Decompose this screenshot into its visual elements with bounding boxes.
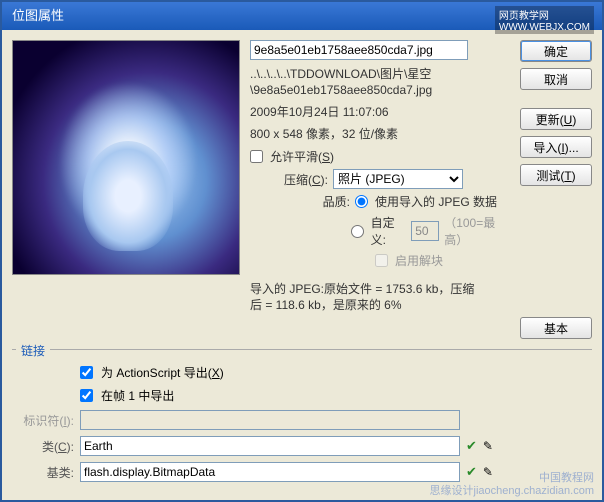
- window-title: 位图属性: [12, 2, 64, 30]
- baseclass-input[interactable]: [80, 462, 460, 482]
- compression-summary: 导入的 JPEG:原始文件 = 1753.6 kb，压缩 后 = 118.6 k…: [250, 281, 512, 313]
- update-button[interactable]: 更新(U): [520, 108, 592, 130]
- identifier-label: 标识符(I):: [12, 412, 74, 429]
- deblocking-label: 启用解块: [395, 252, 443, 269]
- basic-button[interactable]: 基本: [520, 317, 592, 339]
- export-actionscript-label: 为 ActionScript 导出(X): [101, 364, 224, 381]
- compression-select[interactable]: 照片 (JPEG): [333, 169, 463, 189]
- import-button[interactable]: 导入(I)...: [520, 136, 592, 158]
- smoothing-checkbox[interactable]: [250, 150, 263, 163]
- deblocking-checkbox: [375, 254, 388, 267]
- smoothing-label: 允许平滑(S): [270, 148, 334, 165]
- datetime-text: 2009年10月24日 11:07:06: [250, 104, 512, 120]
- quality-imported-label: 使用导入的 JPEG 数据: [375, 193, 497, 210]
- export-frame1-checkbox[interactable]: [80, 389, 93, 402]
- watermark-bottom: 中国教程网 思缘设计jiaocheng.chazidian.com: [430, 472, 594, 498]
- quality-custom-input: [411, 221, 439, 241]
- compression-label: 压缩(C):: [270, 171, 328, 188]
- quality-hint: （100=最高）: [444, 214, 512, 248]
- quality-custom-radio[interactable]: [351, 225, 364, 238]
- filepath-text: ..\..\..\..\TDDOWNLOAD\图片\星空\9e8a5e01eb1…: [250, 66, 512, 98]
- quality-imported-radio[interactable]: [355, 195, 368, 208]
- button-column: 确定 取消 更新(U) 导入(I)... 测试(T): [520, 40, 592, 313]
- filename-input[interactable]: [250, 40, 468, 60]
- identifier-input: [80, 410, 460, 430]
- dimensions-text: 800 x 548 像素，32 位/像素: [250, 126, 512, 142]
- ok-button[interactable]: 确定: [520, 40, 592, 62]
- quality-custom-label: 自定义:: [371, 214, 407, 248]
- cancel-button[interactable]: 取消: [520, 68, 592, 90]
- check-icon: ✔: [466, 438, 477, 454]
- export-actionscript-checkbox[interactable]: [80, 366, 93, 379]
- test-button[interactable]: 测试(T): [520, 164, 592, 186]
- image-preview: [12, 40, 240, 275]
- baseclass-label: 基类:: [12, 464, 74, 481]
- export-frame1-label: 在帧 1 中导出: [101, 387, 174, 404]
- class-label: 类(C):: [12, 438, 74, 455]
- class-input[interactable]: [80, 436, 460, 456]
- pencil-icon[interactable]: ✎: [483, 439, 493, 453]
- dialog-body: ..\..\..\..\TDDOWNLOAD\图片\星空\9e8a5e01eb1…: [2, 30, 602, 498]
- dialog-window: 位图属性 网页教学网 WWW.WEBJX.COM ..\..\..\..\TDD…: [0, 0, 604, 502]
- quality-label: 品质:: [305, 193, 350, 210]
- link-section: 链接 为 ActionScript 导出(X) 在帧 1 中导出 标识符(I):…: [12, 349, 592, 482]
- watermark-top: 网页教学网 WWW.WEBJX.COM: [495, 6, 594, 34]
- link-section-label: 链接: [16, 342, 50, 359]
